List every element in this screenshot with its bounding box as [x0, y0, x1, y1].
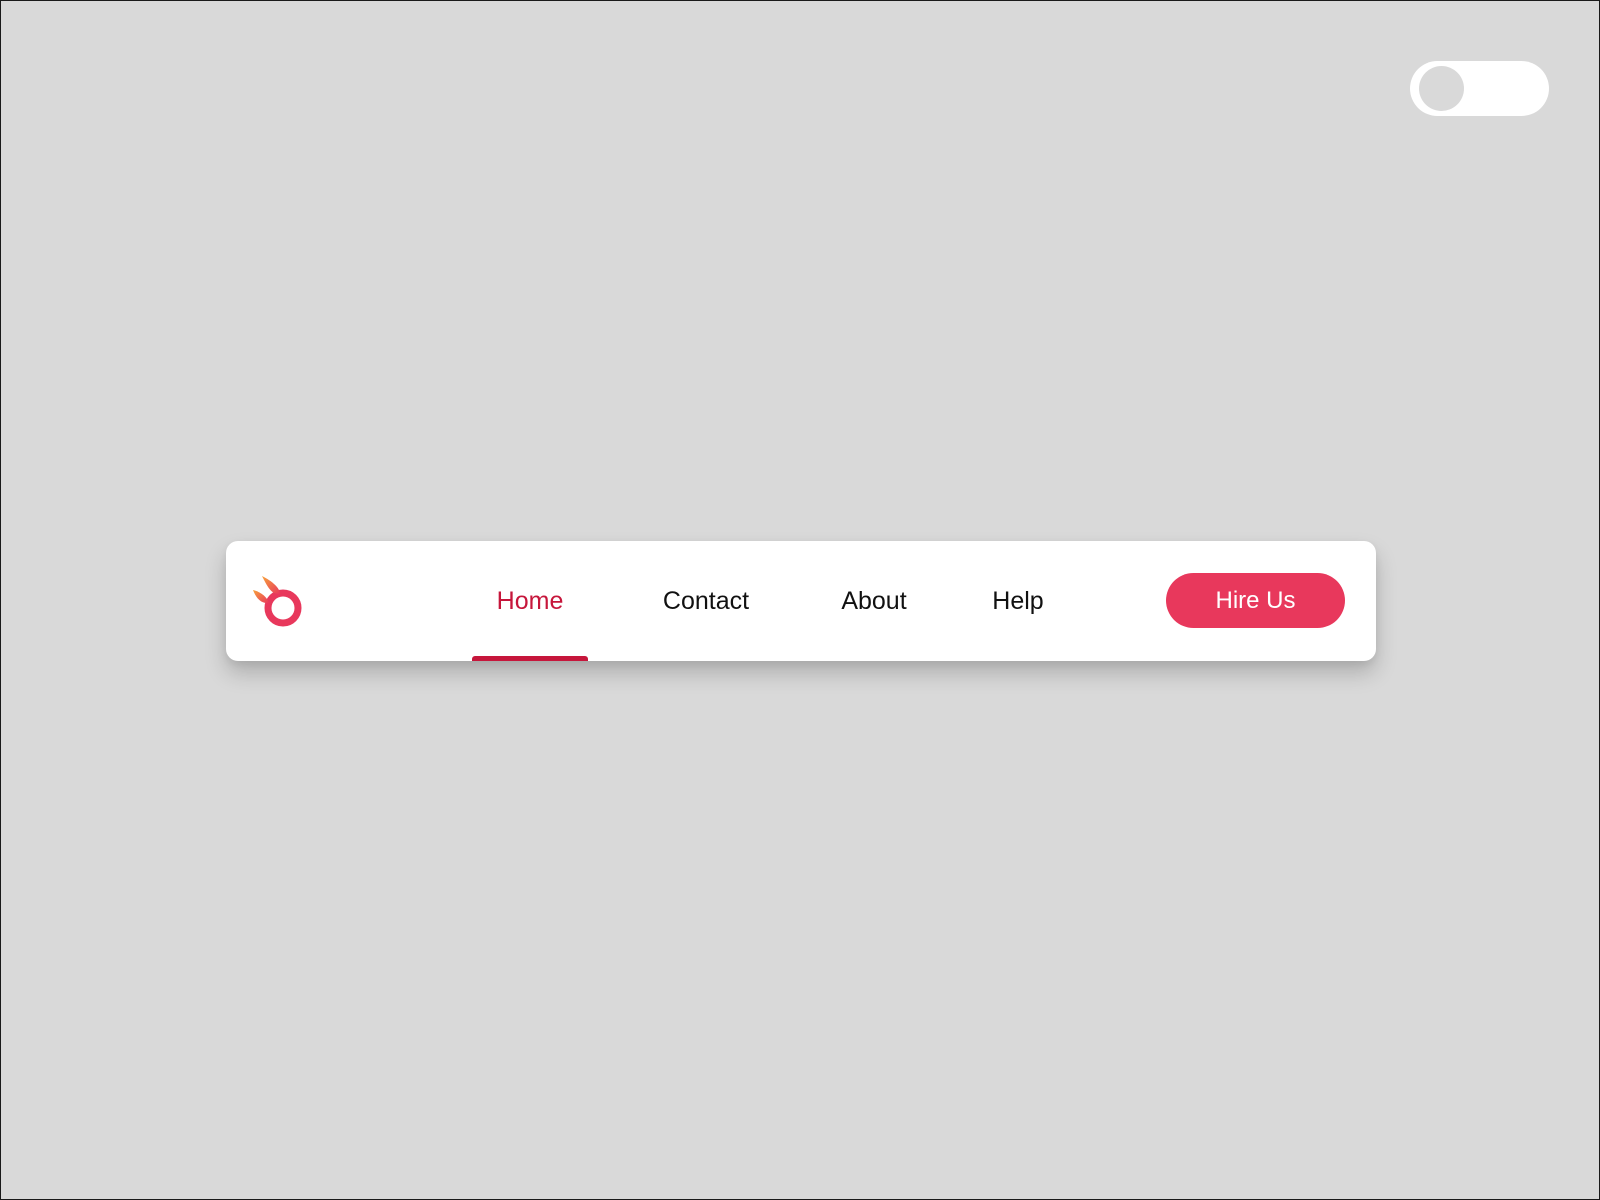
toggle-knob[interactable]: [1419, 66, 1464, 111]
nav-item-contact[interactable]: Contact: [646, 541, 766, 661]
flame-ring-logo-icon: [253, 576, 302, 627]
nav-item-about[interactable]: About: [824, 541, 924, 661]
nav-item-home-label: Home: [496, 586, 564, 615]
nav-item-home[interactable]: Home: [472, 541, 588, 661]
page: Home Contact About Help Hire Us: [0, 0, 1600, 1200]
hire-us-button[interactable]: Hire Us: [1166, 573, 1345, 628]
navigation-bar: Home Contact About Help Hire Us: [226, 541, 1376, 661]
active-tab-indicator: [472, 656, 588, 661]
nav-item-help[interactable]: Help: [976, 541, 1060, 661]
nav-item-help-label: Help: [992, 586, 1044, 615]
nav-item-about-label: About: [841, 586, 907, 615]
nav-item-contact-label: Contact: [662, 586, 750, 615]
theme-toggle[interactable]: [1410, 61, 1549, 116]
brand-logo-icon[interactable]: [250, 573, 308, 631]
